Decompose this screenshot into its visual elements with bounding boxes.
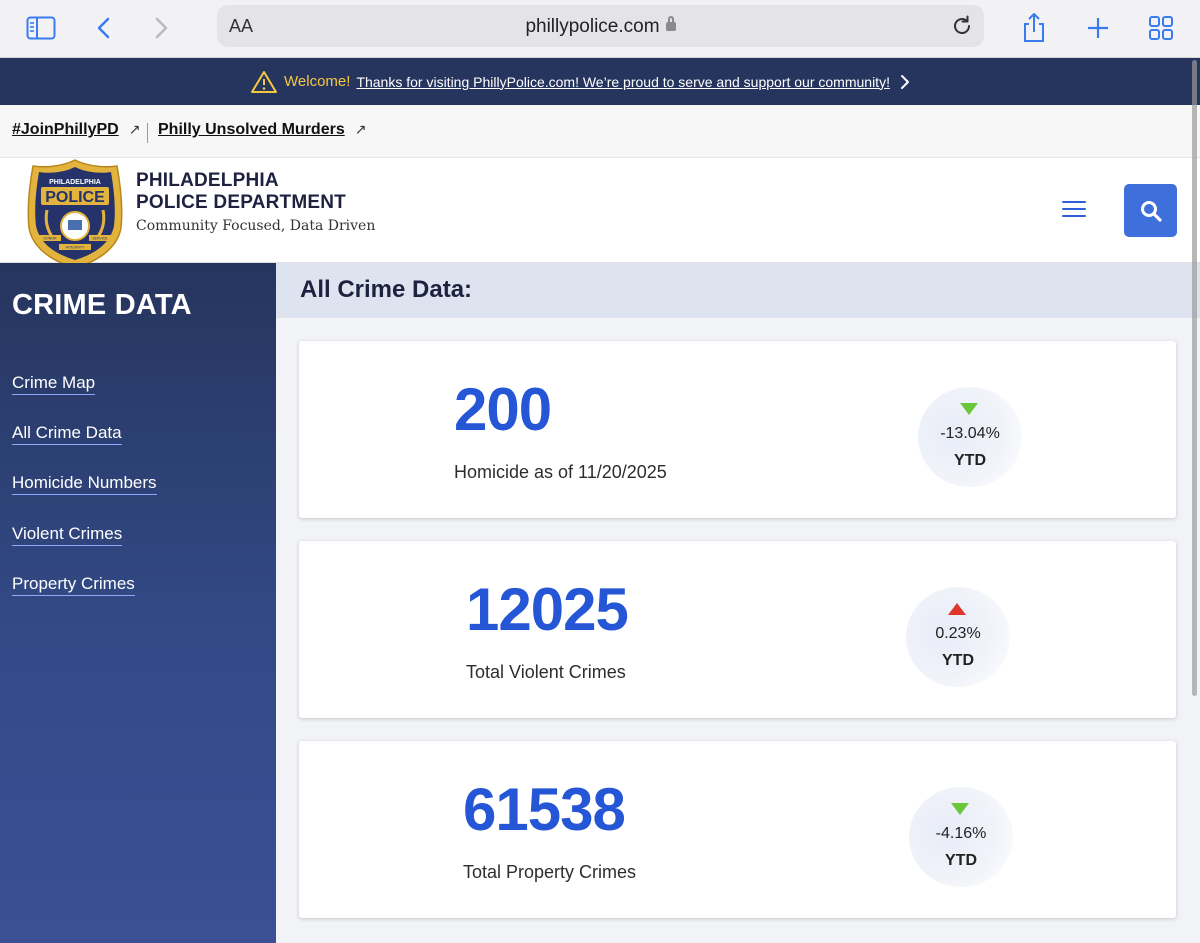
- page-scrollbar[interactable]: [1192, 60, 1197, 696]
- sidebar-item-crime-map[interactable]: Crime Map: [12, 373, 96, 395]
- sidebar-item-violent-crimes[interactable]: Violent Crimes: [12, 524, 123, 546]
- sidebar-item-all-crime-data[interactable]: All Crime Data: [12, 423, 122, 445]
- announcement-link[interactable]: Thanks for visiting PhillyPolice.com! We…: [356, 74, 890, 90]
- trend-down-icon: [951, 803, 969, 815]
- property-crimes-card: 61538 Total Property Crimes -4.16% YTD: [299, 741, 1176, 918]
- new-tab-icon[interactable]: [1080, 10, 1116, 46]
- main-header: All Crime Data:: [276, 263, 1200, 318]
- property-crimes-label: Total Property Crimes: [463, 862, 637, 882]
- chevron-right-icon[interactable]: [898, 73, 912, 91]
- violent-crimes-label: Total Violent Crimes: [466, 662, 626, 682]
- sidebar-item-property-crimes[interactable]: Property Crimes: [12, 574, 135, 596]
- trend-up-icon: [948, 603, 966, 615]
- main-content: All Crime Data: 200 Homicide as of 11/20…: [276, 263, 1200, 943]
- homicide-count: 200: [454, 376, 552, 443]
- property-crimes-trend-badge: -4.16% YTD: [909, 787, 1013, 887]
- badge-bottom-ribbon: INTEGRITY: [66, 246, 85, 250]
- badge-top-text: PHILADELPHIA: [49, 179, 101, 186]
- sidebar-title: CRIME DATA: [12, 289, 192, 321]
- property-crimes-period: YTD: [945, 852, 977, 869]
- announcement-bar: Welcome! Thanks for visiting PhillyPolic…: [0, 58, 1200, 105]
- search-icon: [1140, 200, 1162, 222]
- utility-links: #JoinPhillyPD ↗ Philly Unsolved Murders ↗: [0, 105, 1200, 158]
- violent-crimes-card: 12025 Total Violent Crimes 0.23% YTD: [299, 541, 1176, 718]
- share-icon[interactable]: [1016, 10, 1052, 46]
- reload-icon[interactable]: [948, 12, 976, 40]
- police-badge-logo[interactable]: PHILADELPHIA POLICE HONOR SERVICE INTEGR…: [25, 158, 125, 270]
- external-link-icon: ↗: [128, 121, 141, 137]
- forward-icon[interactable]: [143, 10, 179, 46]
- url-text[interactable]: phillypolice.com: [217, 16, 984, 38]
- violent-crimes-period: YTD: [942, 652, 974, 669]
- search-button[interactable]: [1124, 184, 1177, 237]
- warning-icon: [251, 70, 278, 93]
- property-crimes-change: -4.16%: [935, 825, 987, 842]
- unsolved-murders-link[interactable]: Philly Unsolved Murders ↗: [158, 121, 366, 139]
- menu-icon[interactable]: [1062, 201, 1086, 221]
- trend-down-icon: [960, 403, 978, 415]
- divider: [147, 123, 148, 143]
- homicide-change: -13.04%: [940, 425, 1000, 442]
- site-header: PHILADELPHIA POLICE HONOR SERVICE INTEGR…: [0, 158, 1200, 269]
- sidebar-toggle-icon[interactable]: [23, 10, 59, 46]
- sidebar-item-homicide-numbers[interactable]: Homicide Numbers: [12, 473, 157, 495]
- department-tagline: Community Focused, Data Driven: [136, 218, 376, 234]
- violent-crimes-trend-badge: 0.23% YTD: [906, 587, 1010, 687]
- address-bar[interactable]: AA phillypolice.com: [217, 5, 984, 47]
- violent-crimes-change: 0.23%: [935, 625, 981, 642]
- page-title: All Crime Data:: [300, 276, 473, 303]
- homicide-card: 200 Homicide as of 11/20/2025 -13.04% YT…: [299, 341, 1176, 518]
- back-icon[interactable]: [86, 10, 122, 46]
- lock-icon: [665, 16, 676, 31]
- browser-toolbar: AA phillypolice.com: [0, 0, 1200, 58]
- badge-main-text: POLICE: [45, 189, 105, 206]
- external-link-icon: ↗: [354, 121, 367, 137]
- badge-right-ribbon: SERVICE: [92, 237, 108, 241]
- join-phillypd-link[interactable]: #JoinPhillyPD ↗: [12, 121, 140, 139]
- homicide-period: YTD: [954, 452, 986, 469]
- homicide-label: Homicide as of 11/20/2025: [454, 462, 667, 482]
- welcome-text: Welcome!: [284, 73, 351, 90]
- crime-data-sidebar: CRIME DATA Crime Map All Crime Data Homi…: [0, 263, 276, 943]
- tab-overview-icon[interactable]: [1143, 10, 1179, 46]
- property-crimes-count: 61538: [463, 776, 626, 843]
- badge-left-ribbon: HONOR: [43, 237, 57, 241]
- homicide-trend-badge: -13.04% YTD: [918, 387, 1022, 487]
- department-name[interactable]: PHILADELPHIA POLICE DEPARTMENT: [136, 170, 346, 214]
- violent-crimes-count: 12025: [466, 576, 629, 643]
